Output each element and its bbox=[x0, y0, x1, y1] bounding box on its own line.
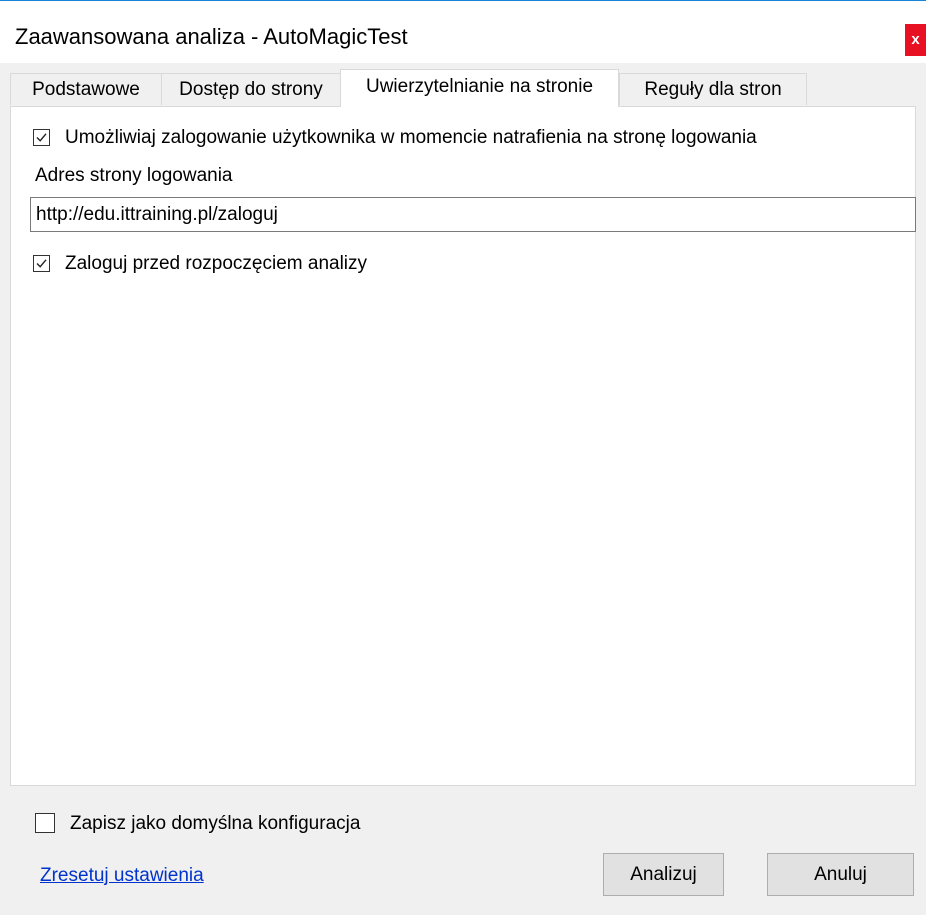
close-icon: x bbox=[911, 31, 920, 48]
tab-podstawowe[interactable]: Podstawowe bbox=[10, 73, 162, 105]
window-title: Zaawansowana analiza - AutoMagicTest bbox=[15, 24, 408, 49]
tab-dostep-do-strony[interactable]: Dostęp do strony bbox=[161, 73, 341, 105]
tab-label: Reguły dla stron bbox=[644, 79, 782, 100]
tab-reguly-dla-stron[interactable]: Reguły dla stron bbox=[619, 73, 807, 105]
close-button[interactable]: x bbox=[905, 24, 926, 56]
login-before-analysis-checkbox[interactable] bbox=[33, 255, 50, 272]
checkmark-icon bbox=[36, 133, 47, 142]
login-url-label: Adres strony logowania bbox=[35, 165, 233, 186]
save-default-checkbox[interactable] bbox=[35, 813, 55, 833]
cancel-button[interactable]: Anuluj bbox=[767, 853, 914, 896]
tab-label: Podstawowe bbox=[32, 79, 140, 100]
analyze-button-label: Analizuj bbox=[630, 864, 697, 885]
dialog-window: Zaawansowana analiza - AutoMagicTest x P… bbox=[0, 0, 926, 915]
cancel-button-label: Anuluj bbox=[814, 864, 867, 885]
enable-login-label: Umożliwiaj zalogowanie użytkownika w mom… bbox=[65, 127, 757, 148]
checkmark-icon bbox=[36, 259, 47, 268]
tab-uwierzytelnianie[interactable]: Uwierzytelnianie na stronie bbox=[340, 69, 619, 107]
reset-settings-link[interactable]: Zresetuj ustawienia bbox=[40, 865, 204, 887]
tab-label: Uwierzytelnianie na stronie bbox=[365, 76, 594, 97]
tab-label: Dostęp do strony bbox=[179, 79, 323, 100]
login-url-input[interactable] bbox=[30, 197, 916, 232]
tab-strip: Podstawowe Dostęp do strony Uwierzytelni… bbox=[10, 69, 916, 107]
title-bar[interactable]: Zaawansowana analiza - AutoMagicTest x bbox=[0, 1, 926, 63]
analyze-button[interactable]: Analizuj bbox=[603, 853, 724, 896]
login-before-analysis-label: Zaloguj przed rozpoczęciem analizy bbox=[65, 253, 368, 274]
save-default-label: Zapisz jako domyślna konfiguracja bbox=[70, 813, 361, 834]
enable-login-checkbox[interactable] bbox=[33, 129, 50, 146]
